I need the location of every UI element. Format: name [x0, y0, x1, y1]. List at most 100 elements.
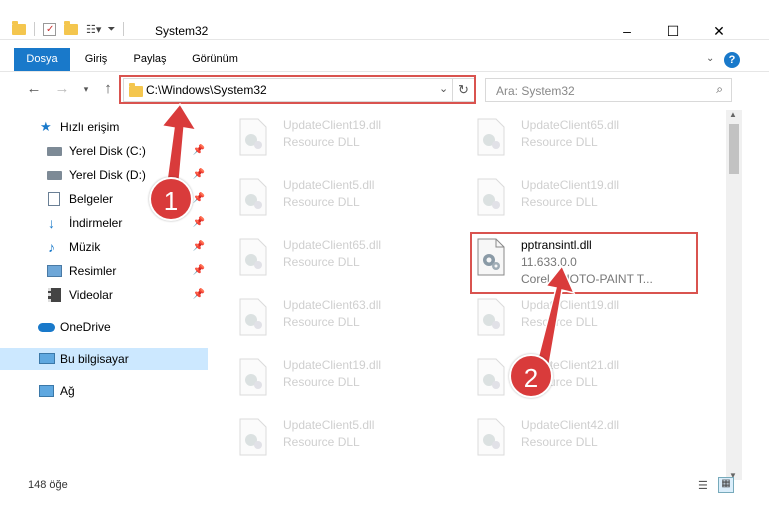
pin-icon[interactable]: 📌: [193, 284, 205, 306]
dll-file-icon: [239, 298, 267, 336]
folder-icon: [12, 20, 26, 35]
dll-file-icon: [239, 358, 267, 396]
vertical-scrollbar[interactable]: ▲ ▼: [726, 110, 742, 480]
file-item[interactable]: UpdateClient5.dll Resource DLL: [210, 410, 440, 470]
file-name: UpdateClient63.dll: [283, 298, 382, 312]
star-icon: ★: [40, 119, 52, 134]
pin-icon[interactable]: 📌: [193, 140, 205, 162]
search-input[interactable]: Ara: System32: [496, 84, 575, 98]
sidebar-item-disk-c[interactable]: Yerel Disk (C:) 📌: [0, 140, 208, 162]
minimize-button[interactable]: –: [604, 18, 650, 44]
ribbon: Dosya Giriş Paylaş Görünüm ⌄ ?: [0, 48, 769, 72]
up-icon[interactable]: ↑: [98, 80, 118, 98]
large-icons-view-icon[interactable]: ▦: [718, 477, 734, 493]
status-bar: 148 öğe ☰ ▦: [0, 476, 769, 498]
sidebar-item-videolar[interactable]: Videolar 📌: [0, 284, 208, 306]
sidebar-item-label: Yerel Disk (C:): [69, 144, 146, 158]
videos-icon: [48, 288, 61, 302]
file-name: UpdateClient5.dll: [283, 418, 375, 432]
sidebar-item-label: Belgeler: [69, 192, 114, 206]
file-description: Resource DLL: [521, 135, 598, 149]
file-item[interactable]: UpdateClient19.dll Resource DLL: [448, 290, 678, 350]
sidebar-item-this-pc[interactable]: Bu bilgisayar: [0, 348, 208, 370]
properties-icon[interactable]: ✓: [43, 22, 56, 36]
maximize-button[interactable]: ☐: [650, 18, 696, 44]
computer-icon: [39, 353, 55, 364]
pin-icon[interactable]: 📌: [193, 260, 205, 282]
file-name: UpdateClient65.dll: [521, 118, 620, 132]
file-description: Resource DLL: [283, 195, 360, 209]
file-name: UpdateClient19.dll: [283, 118, 382, 132]
file-highlight-box: [470, 232, 698, 294]
file-item[interactable]: UpdateClient65.dll Resource DLL: [210, 230, 440, 290]
tab-gorunum[interactable]: Görünüm: [184, 48, 246, 71]
file-name: UpdateClient19.dll: [521, 298, 620, 312]
tab-dosya[interactable]: Dosya: [14, 48, 70, 71]
scroll-thumb[interactable]: [729, 124, 739, 174]
sidebar-item-label: Müzik: [69, 240, 101, 254]
details-view-icon[interactable]: ☰: [698, 479, 708, 492]
music-icon: ♪: [48, 239, 55, 255]
tab-paylas[interactable]: Paylaş: [125, 48, 175, 71]
search-icon[interactable]: ⌕: [716, 82, 723, 97]
item-count: 148 öğe: [28, 479, 68, 491]
file-item[interactable]: UpdateClient5.dll Resource DLL: [210, 170, 440, 230]
file-description: Resource DLL: [521, 435, 598, 449]
close-button[interactable]: ✕: [696, 18, 742, 44]
dll-file-icon: [477, 178, 505, 216]
scroll-up-icon[interactable]: ▲: [729, 110, 737, 119]
dll-file-icon: [239, 178, 267, 216]
drive-icon: [47, 147, 62, 156]
back-icon[interactable]: ←: [24, 80, 44, 98]
divider: [34, 22, 35, 36]
file-item[interactable]: UpdateClient19.dll Resource DLL: [210, 350, 440, 410]
file-description: Resource DLL: [283, 435, 360, 449]
sidebar-item-label: Hızlı erişim: [60, 120, 120, 134]
sidebar-item-network[interactable]: Ağ: [0, 380, 208, 402]
file-item[interactable]: UpdateClient19.dll Resource DLL: [210, 110, 440, 170]
forward-icon[interactable]: →: [52, 80, 72, 98]
pin-icon[interactable]: 📌: [193, 164, 205, 186]
sidebar-item-onedrive[interactable]: OneDrive: [0, 316, 208, 338]
file-item[interactable]: UpdateClient63.dll Resource DLL: [210, 290, 440, 350]
help-button[interactable]: ?: [724, 52, 740, 68]
sidebar-item-muzik[interactable]: ♪ Müzik 📌: [0, 236, 208, 258]
file-name: UpdateClient65.dll: [283, 238, 382, 252]
file-name: UpdateClient5.dll: [283, 178, 375, 192]
search-box[interactable]: Ara: System32 ⌕: [485, 78, 732, 102]
file-item[interactable]: UpdateClient19.dll Resource DLL: [448, 170, 678, 230]
expand-ribbon-icon[interactable]: ⌄: [706, 53, 714, 64]
customize-toolbar-icon[interactable]: ⏷: [107, 24, 115, 35]
dll-file-icon: [477, 298, 505, 336]
file-description: Resource DLL: [283, 255, 360, 269]
sidebar-item-quick-access[interactable]: ★ Hızlı erişim: [0, 116, 208, 138]
file-description: Resource DLL: [283, 135, 360, 149]
sidebar-item-label: Resimler: [69, 264, 117, 278]
view-options-icon[interactable]: ☷▾: [86, 23, 101, 36]
sidebar-item-resimler[interactable]: Resimler 📌: [0, 260, 208, 282]
dll-file-icon: [477, 118, 505, 156]
file-item[interactable]: UpdateClient42.dll Resource DLL: [448, 410, 678, 470]
file-description: Resource DLL: [283, 315, 360, 329]
cloud-icon: [38, 323, 55, 332]
callout-1: 1: [149, 177, 193, 221]
sidebar-item-label: Videolar: [69, 288, 113, 302]
pin-icon[interactable]: 📌: [193, 236, 205, 258]
file-item[interactable]: UpdateClient65.dll Resource DLL: [448, 110, 678, 170]
title-bar: ✓ ☷▾ ⏷ System32 – ☐ ✕: [0, 0, 769, 40]
dll-file-icon: [477, 418, 505, 456]
callout-2: 2: [509, 354, 553, 398]
recent-locations-icon[interactable]: ▾: [76, 80, 96, 98]
file-description: Resource DLL: [521, 315, 598, 329]
file-item[interactable]: UpdateClient21.dll Resource DLL: [448, 350, 678, 410]
pictures-icon: [47, 265, 62, 277]
tab-giris[interactable]: Giriş: [76, 48, 116, 71]
quick-access-toolbar: ✓ ☷▾ ⏷: [12, 20, 132, 36]
file-name: UpdateClient19.dll: [283, 358, 382, 372]
file-name: UpdateClient42.dll: [521, 418, 620, 432]
divider: [123, 22, 125, 36]
new-folder-icon[interactable]: [64, 20, 78, 35]
dll-file-icon: [239, 418, 267, 456]
pin-icon[interactable]: 📌: [193, 188, 205, 210]
pin-icon[interactable]: 📌: [193, 212, 205, 234]
